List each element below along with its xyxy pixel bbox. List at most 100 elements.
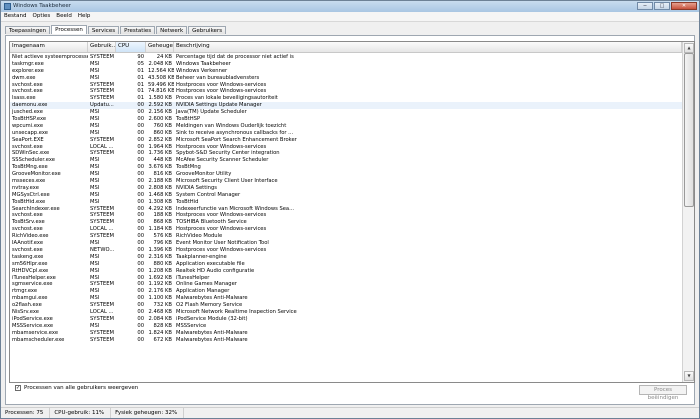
- process-memory-cell: 1.824 KB: [148, 329, 172, 336]
- scroll-thumb[interactable]: [684, 53, 694, 207]
- menu-beeld[interactable]: Beeld: [53, 12, 75, 21]
- column-cpu[interactable]: CPU: [116, 42, 146, 52]
- scroll-down-icon[interactable]: ▼: [684, 371, 694, 381]
- process-name-cell: svchost.exe: [12, 88, 43, 95]
- table-row[interactable]: nvtray.exe MSI 00 2.808 KB NVIDIA Settings: [10, 185, 682, 192]
- column-geheugen[interactable]: Geheuge...: [146, 42, 174, 52]
- tab-processen[interactable]: Processen: [51, 25, 87, 34]
- process-user-cell: MSI: [90, 295, 100, 302]
- table-row[interactable]: SSScheduler.exe MSI 00 448 KB McAfee Securit…: [10, 157, 682, 164]
- table-row[interactable]: mbamgui.exe MSI 00 1.100 KB Malwarebytes Ant…: [10, 295, 682, 302]
- table-row[interactable]: o2flash.exe SYSTEEM 00 732 KB O2 Flash Memor…: [10, 302, 682, 309]
- process-cpu-cell: 01: [137, 67, 144, 74]
- table-row[interactable]: TosBtMng.exe MSI 00 3.676 KB TosBtMng: [10, 164, 682, 171]
- process-description-cell: Microsoft Security Client User Interface: [176, 178, 278, 185]
- process-user-cell: SYSTEEM: [90, 95, 114, 102]
- table-row[interactable]: TosBtSrv.exe SYSTEEM 00 868 KB TOSHIBA Bluet…: [10, 219, 682, 226]
- process-description-cell: Hostproces voor Windows-services: [176, 88, 267, 95]
- menu-help[interactable]: Help: [75, 12, 94, 21]
- table-row[interactable]: TosBtHSP.exe MSI 00 2.600 KB TosBtHSP: [10, 116, 682, 123]
- process-description-cell: Hostproces voor Windows-services: [176, 212, 267, 219]
- tab-prestaties[interactable]: Prestaties: [120, 26, 156, 34]
- table-row[interactable]: SeaPort.EXE SYSTEEM 00 2.852 KB Microsoft Se…: [10, 137, 682, 144]
- table-row[interactable]: sm56Hlpr.exe MSI 00 880 KB Application execu…: [10, 261, 682, 268]
- table-row[interactable]: svchost.exe SYSTEEM 00 188 KB Hostproces voo…: [10, 212, 682, 219]
- table-row[interactable]: lsass.exe SYSTEEM 01 1.580 KB Proces van lok…: [10, 95, 682, 102]
- table-row[interactable]: unsecapp.exe MSI 00 860 KB Sink to receive a…: [10, 130, 682, 137]
- process-memory-cell: 1.192 KB: [148, 281, 172, 288]
- table-row[interactable]: sgmservice.exe SYSTEEM 00 1.192 KB Online Ga…: [10, 281, 682, 288]
- tab-gebruikers[interactable]: Gebruikers: [188, 26, 227, 34]
- table-row[interactable]: daemonu.exe Updatu... 00 2.592 KB NVIDIA Set…: [10, 102, 682, 110]
- table-row[interactable]: Niet actieve systeemprocessen SYSTEEM 90 24…: [10, 54, 682, 61]
- process-user-cell: Updatu...: [90, 102, 114, 109]
- process-description-cell: Microsoft SeaPort Search Enhancement Bro…: [176, 136, 297, 143]
- table-row[interactable]: GrooveMonitor.exe MSI 00 816 KB GrooveMonito…: [10, 171, 682, 178]
- scroll-up-icon[interactable]: ▲: [684, 43, 694, 53]
- table-row[interactable]: MSSService.exe MSI 00 828 KB MSSService: [10, 323, 682, 330]
- process-memory-cell: 2.188 KB: [148, 178, 172, 185]
- column-beschrijving[interactable]: Beschrijving: [174, 42, 682, 52]
- process-cpu-cell: 00: [137, 184, 144, 191]
- column-imagenaam[interactable]: Imagenaam: [10, 42, 88, 52]
- table-row[interactable]: SearchIndexer.exe SYSTEEM 00 4.292 KB Indexe…: [10, 206, 682, 213]
- tab-netwerk[interactable]: Netwerk: [156, 26, 188, 34]
- tab-toepassingen[interactable]: Toepassingen: [5, 26, 51, 34]
- table-row[interactable]: svchost.exe NETWO... 00 1.396 KB Hostproces …: [10, 247, 682, 254]
- process-memory-cell: 1.184 KB: [148, 226, 172, 233]
- tab-services[interactable]: Services: [87, 26, 120, 34]
- table-row[interactable]: RichVideo.exe SYSTEEM 00 576 KB RichVideo Mo…: [10, 233, 682, 240]
- table-row[interactable]: NisSrv.exe LOCAL ... 00 2.468 KB Microsoft N…: [10, 309, 682, 316]
- table-row[interactable]: IAAnotif.exe MSI 00 796 KB Event Monitor Use…: [10, 240, 682, 247]
- table-row[interactable]: jusched.exe MSI 00 2.156 KB Java(TM) Update …: [10, 109, 682, 116]
- table-row[interactable]: dwm.exe MSI 01 43.508 KB Beheer van bureaubl…: [10, 75, 682, 82]
- process-user-cell: SYSTEEM: [90, 212, 114, 219]
- column-gebruiker[interactable]: Gebruik...: [88, 42, 116, 52]
- table-row[interactable]: svchost.exe SYSTEEM 01 59.496 KB Hostproces …: [10, 82, 682, 89]
- process-name-cell: TosBtHid.exe: [12, 198, 46, 205]
- table-row[interactable]: SDWinSec.exe SYSTEEM 00 1.736 KB Spybot-S&D …: [10, 150, 682, 157]
- process-description-cell: Spybot-S&D Security Center integration: [176, 150, 280, 157]
- table-row[interactable]: svchost.exe SYSTEEM 01 74.816 KB Hostproces …: [10, 88, 682, 95]
- table-row[interactable]: msseces.exe MSI 00 2.188 KB Microsoft Securi…: [10, 178, 682, 185]
- process-memory-cell: 2.808 KB: [148, 184, 172, 191]
- table-row[interactable]: svchost.exe LOCAL ... 00 1.964 KB Hostproces…: [10, 144, 682, 151]
- table-row[interactable]: taskmgr.exe MSI 05 2.048 KB Windows Taakbehe…: [10, 61, 682, 68]
- table-row[interactable]: taskeng.exe MSI 00 2.316 KB Taakplanner-engi…: [10, 254, 682, 261]
- process-cpu-cell: 90: [137, 54, 144, 60]
- process-cpu-cell: 00: [137, 233, 144, 240]
- process-user-cell: MSI: [90, 178, 100, 185]
- show-all-users-checkbox[interactable]: ✓: [15, 385, 21, 391]
- table-row[interactable]: rtmgr.exe MSI 00 2.176 KB Application Manage…: [10, 288, 682, 295]
- minimize-button[interactable]: ─: [637, 2, 653, 10]
- table-row[interactable]: explorer.exe MSI 01 12.564 KB Windows Verken…: [10, 68, 682, 75]
- menu-bestand[interactable]: Bestand: [1, 12, 30, 21]
- table-row[interactable]: wpcumi.exe MSI 00 760 KB Meldingen van Windo…: [10, 123, 682, 130]
- process-name-cell: svchost.exe: [12, 226, 43, 233]
- process-memory-cell: 59.496 KB: [148, 81, 174, 88]
- table-row[interactable]: iPodService.exe SYSTEEM 00 2.084 KB iPodServ…: [10, 316, 682, 323]
- table-row[interactable]: RtHDVCpl.exe MSI 00 1.208 KB Realtek HD Audi…: [10, 268, 682, 275]
- table-row[interactable]: svchost.exe LOCAL ... 00 1.184 KB Hostproces…: [10, 226, 682, 233]
- process-name-cell: NisSrv.exe: [12, 308, 39, 315]
- process-cpu-cell: 00: [137, 295, 144, 302]
- menu-opties[interactable]: Opties: [30, 12, 54, 21]
- table-row[interactable]: mbamservice.exe SYSTEEM 00 1.824 KB Malwareb…: [10, 330, 682, 337]
- status-processes: Processen: 75: [1, 408, 51, 418]
- table-row[interactable]: iTunesHelper.exe MSI 00 1.692 KB iTunesHelpe…: [10, 275, 682, 282]
- process-name-cell: GrooveMonitor.exe: [12, 171, 61, 178]
- process-name-cell: sm56Hlpr.exe: [12, 260, 48, 267]
- vertical-scrollbar[interactable]: ▲ ▼: [682, 42, 694, 382]
- process-name-cell: jusched.exe: [12, 109, 43, 116]
- table-row[interactable]: MGSysCtrl.exe MSI 00 1.468 KB System Control…: [10, 192, 682, 199]
- end-process-button[interactable]: Proces beëindigen: [639, 385, 687, 401]
- table-row[interactable]: TosBtHid.exe MSI 00 1.308 KB TosBtHid: [10, 199, 682, 206]
- process-description-cell: RichVideo Module: [176, 233, 223, 240]
- process-cpu-cell: 00: [137, 219, 144, 226]
- process-user-cell: SYSTEEM: [90, 54, 114, 60]
- close-button[interactable]: ✕: [671, 2, 697, 10]
- maximize-button[interactable]: □: [654, 2, 670, 10]
- table-row[interactable]: mbamscheduler.exe SYSTEEM 00 672 KB Malwareb…: [10, 337, 682, 344]
- process-memory-cell: 3.676 KB: [148, 164, 172, 171]
- process-name-cell: sgmservice.exe: [12, 281, 53, 288]
